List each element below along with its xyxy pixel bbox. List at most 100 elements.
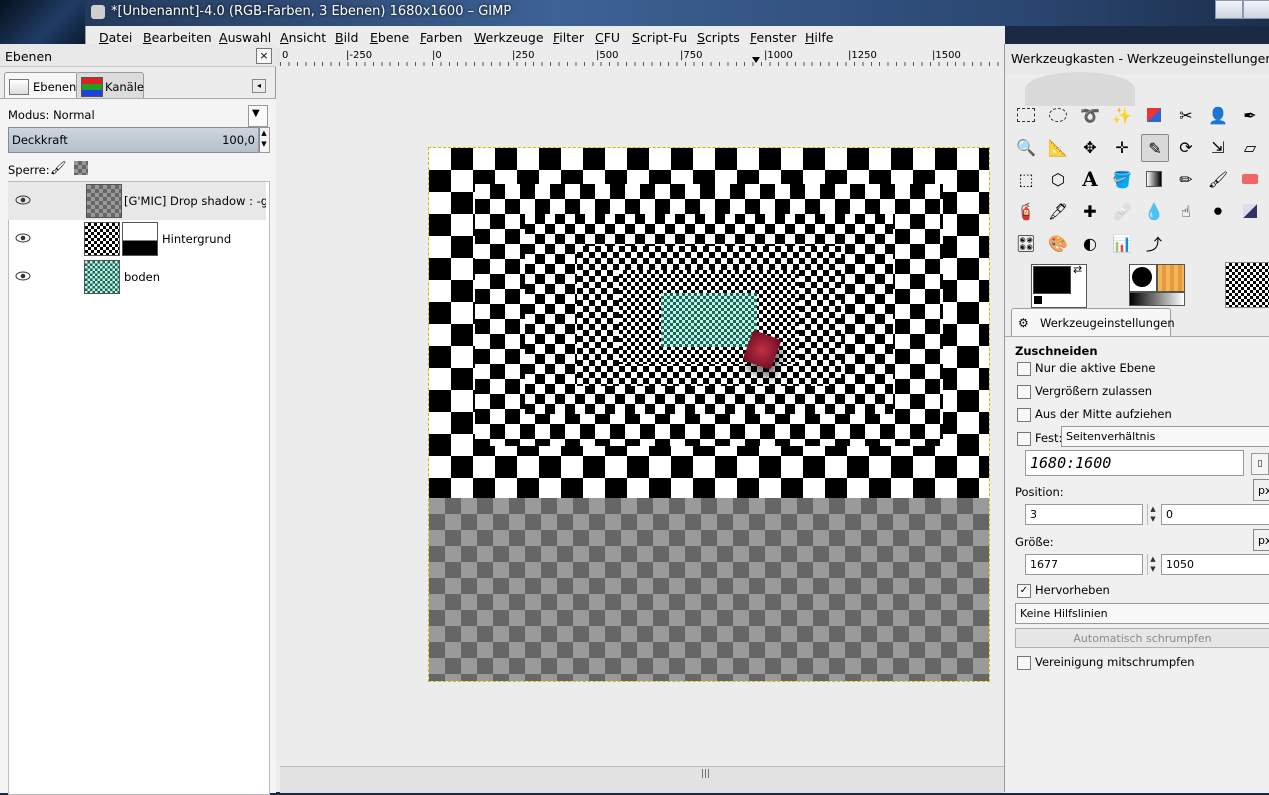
maximize-button[interactable] bbox=[1243, 0, 1269, 19]
cage-transform-tool-icon[interactable]: ⬡ bbox=[1045, 166, 1071, 192]
swap-colors-icon[interactable]: ⇄ bbox=[1073, 263, 1082, 276]
move-tool-icon[interactable]: ✥ bbox=[1077, 134, 1103, 160]
horizontal-scrollbar[interactable]: ||| bbox=[280, 766, 1005, 793]
pencil-tool-icon[interactable]: ✏ bbox=[1173, 166, 1199, 192]
eye-icon[interactable] bbox=[15, 270, 31, 282]
image-preview-thumbnail[interactable] bbox=[1225, 262, 1269, 308]
position-unit-button[interactable]: px bbox=[1253, 479, 1269, 501]
eye-icon[interactable] bbox=[15, 194, 31, 206]
shear-tool-icon[interactable]: ▱ bbox=[1237, 134, 1263, 160]
position-x-spinner[interactable]: ▲ ▼ bbox=[1147, 504, 1158, 525]
menu-auswahl[interactable]: Auswahl bbox=[219, 30, 271, 45]
ratio-input[interactable]: 1680:1600 bbox=[1025, 450, 1244, 476]
scissors-tool-icon[interactable]: ✂ bbox=[1173, 102, 1199, 128]
ellipse-select-tool-icon[interactable] bbox=[1045, 102, 1071, 128]
tab-ebenen[interactable]: Ebenen bbox=[4, 72, 78, 99]
scrollbar-grip-icon[interactable]: ||| bbox=[701, 769, 710, 779]
layer-row-boden[interactable]: boden bbox=[8, 258, 266, 296]
rect-select-tool-icon[interactable] bbox=[1013, 102, 1039, 128]
hue-saturation-tool-icon[interactable]: 🎨 bbox=[1045, 230, 1071, 256]
size-unit-button[interactable]: px bbox=[1253, 529, 1269, 551]
tab-kanaele[interactable]: Kanäle bbox=[76, 72, 144, 99]
menu-werkzeuge[interactable]: Werkzeuge bbox=[474, 30, 544, 45]
paintbrush-tool-icon[interactable]: 🖌 bbox=[1205, 166, 1231, 192]
layer-row-drop-shadow[interactable]: [G'MIC] Drop shadow : -gimp_drop_shadow bbox=[8, 182, 266, 220]
menu-bild[interactable]: Bild bbox=[335, 30, 358, 45]
expand-from-center-checkbox[interactable] bbox=[1017, 408, 1031, 422]
position-x-input[interactable]: 3 bbox=[1025, 504, 1143, 525]
only-active-layer-checkbox[interactable] bbox=[1017, 362, 1031, 376]
canvas-image[interactable] bbox=[428, 147, 990, 682]
rotate-tool-icon[interactable]: ⟳ bbox=[1173, 134, 1199, 160]
eye-icon[interactable] bbox=[15, 232, 31, 244]
pattern-preview[interactable] bbox=[1157, 264, 1185, 292]
size-width-spinner[interactable]: ▲ ▼ bbox=[1147, 554, 1158, 575]
window-titlebar[interactable]: *[Unbenannt]-4.0 (RGB-Farben, 3 Ebenen) … bbox=[85, 0, 1269, 26]
lock-alpha-icon[interactable] bbox=[74, 161, 88, 175]
levels-tool-icon[interactable]: 📊 bbox=[1109, 230, 1135, 256]
measure-tool-icon[interactable]: 📐 bbox=[1045, 134, 1071, 160]
size-width-input[interactable]: 1677 bbox=[1025, 554, 1143, 575]
gradient-map-tool-icon[interactable] bbox=[1237, 198, 1263, 224]
ink-tool-icon[interactable]: 🖋 bbox=[1045, 198, 1071, 224]
highlight-checkbox[interactable]: ✓ bbox=[1017, 584, 1031, 598]
aspect-lock-icon[interactable]: ▯ bbox=[1251, 453, 1269, 475]
allow-growing-checkbox[interactable] bbox=[1017, 385, 1031, 399]
menu-cfu[interactable]: CFU bbox=[595, 30, 620, 45]
menu-hilfe[interactable]: Hilfe bbox=[805, 30, 833, 45]
foreground-select-tool-icon[interactable]: 👤 bbox=[1205, 102, 1231, 128]
tab-werkzeugeinstellungen[interactable]: ⚙ Werkzeugeinstellungen bbox=[1011, 308, 1175, 337]
menu-bearbeiten[interactable]: Bearbeiten bbox=[143, 30, 212, 45]
tab-menu-icon[interactable]: ◂ bbox=[252, 79, 266, 93]
menu-fenster[interactable]: Fenster bbox=[750, 30, 796, 45]
close-icon[interactable]: × bbox=[256, 48, 272, 64]
bucket-fill-tool-icon[interactable]: 🪣 bbox=[1109, 166, 1135, 192]
foreground-color-swatch[interactable] bbox=[1033, 266, 1071, 294]
layer-row-hintergrund[interactable]: Hintergrund bbox=[8, 220, 266, 258]
lock-pixels-icon[interactable]: 🖌 bbox=[50, 161, 67, 176]
menu-datei[interactable]: Datei bbox=[99, 30, 132, 45]
default-colors-icon[interactable] bbox=[1033, 295, 1043, 305]
menu-farben[interactable]: Farben bbox=[420, 30, 462, 45]
position-y-input[interactable]: 0 bbox=[1161, 504, 1269, 525]
opacity-slider[interactable]: Deckkraft 100,0 bbox=[8, 127, 260, 153]
color-picker-tool-icon[interactable]: 🔍 bbox=[1013, 134, 1039, 160]
heal-tool-icon[interactable]: 🩹 bbox=[1109, 198, 1135, 224]
crop-tool-icon[interactable]: ✎ bbox=[1141, 134, 1169, 162]
clone-tool-icon[interactable]: ✚ bbox=[1077, 198, 1103, 224]
fixed-mode-dropdown[interactable]: Seitenverhältnis bbox=[1061, 426, 1269, 447]
opacity-spin-buttons[interactable]: ▲ ▼ bbox=[258, 127, 270, 153]
menu-filter[interactable]: Filter bbox=[553, 30, 584, 45]
eraser-tool-icon[interactable] bbox=[1237, 166, 1263, 192]
menu-script-fu[interactable]: Script-Fu bbox=[632, 30, 687, 45]
color-balance-tool-icon[interactable]: 🎛 bbox=[1013, 230, 1039, 256]
blend-tool-icon[interactable] bbox=[1141, 166, 1167, 192]
align-tool-icon[interactable]: ✛ bbox=[1109, 134, 1135, 160]
mode-dropdown[interactable]: ▼ bbox=[248, 105, 268, 127]
dodge-burn-tool-icon[interactable]: ⚫ bbox=[1205, 198, 1231, 224]
brush-preview[interactable] bbox=[1129, 264, 1157, 292]
menu-ebene[interactable]: Ebene bbox=[370, 30, 409, 45]
auto-shrink-button[interactable]: Automatisch schrumpfen bbox=[1015, 628, 1269, 648]
gradient-preview[interactable] bbox=[1129, 292, 1185, 306]
paths-tool-icon[interactable]: ✒ bbox=[1237, 102, 1263, 128]
menu-scripts[interactable]: Scripts bbox=[697, 30, 740, 45]
fixed-checkbox[interactable] bbox=[1017, 432, 1031, 446]
scale-tool-icon[interactable]: ⇲ bbox=[1205, 134, 1231, 160]
airbrush-tool-icon[interactable]: 🧯 bbox=[1013, 198, 1039, 224]
select-by-color-tool-icon[interactable] bbox=[1141, 102, 1167, 128]
perspective-tool-icon[interactable]: ⬚ bbox=[1013, 166, 1039, 192]
fuzzy-select-tool-icon[interactable]: ✨ bbox=[1109, 102, 1135, 128]
blur-tool-icon[interactable]: 💧 bbox=[1141, 198, 1167, 224]
free-select-tool-icon[interactable]: ➰ bbox=[1077, 102, 1103, 128]
menu-ansicht[interactable]: Ansicht bbox=[280, 30, 326, 45]
smudge-tool-icon[interactable]: ☝ bbox=[1173, 198, 1199, 224]
brightness-contrast-tool-icon[interactable]: ◐ bbox=[1077, 230, 1103, 256]
size-height-input[interactable]: 1050 bbox=[1161, 554, 1269, 575]
guides-dropdown[interactable]: Keine Hilfslinien bbox=[1015, 603, 1269, 624]
minimize-button[interactable] bbox=[1215, 0, 1243, 19]
text-tool-icon[interactable]: A bbox=[1077, 166, 1103, 192]
horizontal-ruler[interactable]: 0 |-250 |0 |250 |500 |750 |1000 |1250 |1… bbox=[280, 48, 1005, 67]
curves-tool-icon[interactable]: ⤴ bbox=[1141, 230, 1167, 256]
shrink-merged-checkbox[interactable] bbox=[1017, 656, 1031, 670]
